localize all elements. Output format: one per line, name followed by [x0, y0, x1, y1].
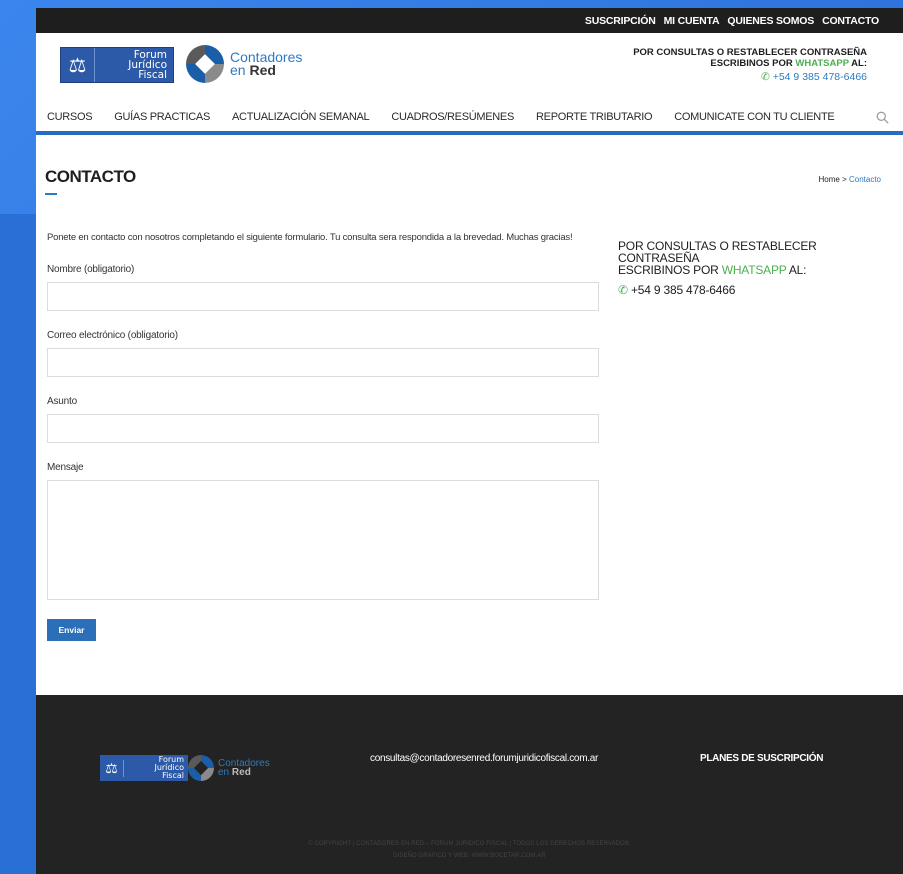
header-phone-number: +54 9 385 478-6466 — [772, 71, 867, 83]
forum-juridico-fiscal-logo[interactable]: ⚖ Forum Jurídico Fiscal — [60, 47, 174, 83]
scale-icon: ⚖ — [61, 48, 95, 82]
search-icon[interactable] — [876, 111, 889, 124]
topbar-link-contacto[interactable]: CONTACTO — [822, 15, 879, 27]
title-row: CONTACTO Home > Contacto — [36, 135, 903, 197]
footer-forum-logo-line3: Fiscal — [162, 771, 184, 780]
intro-text: Ponete en contacto con nosotros completa… — [47, 232, 573, 243]
nav-item-reporte-tributario[interactable]: REPORTE TRIBUTARIO — [536, 111, 653, 123]
subject-input[interactable] — [47, 414, 599, 443]
message-label: Mensaje — [47, 462, 84, 473]
whatsapp-icon: ✆ — [618, 283, 628, 297]
copyright-text: © COPYRIGHT | CONTADORES EN RED – FORUM … — [36, 838, 903, 862]
nav-item-actualizacion-semanal[interactable]: ACTUALIZACIÓN SEMANAL — [232, 111, 370, 123]
contadores-logo-mark-icon — [186, 45, 224, 83]
contadores-logo-line2: en Red — [230, 62, 302, 78]
sidebar-phone-number: +54 9 385 478-6466 — [631, 283, 736, 297]
sidebar-contact-line1: POR CONSULTAS O RESTABLECER CONTRASEÑA — [618, 239, 817, 265]
contadores-en-red-logo[interactable]: Contadores en Red — [186, 45, 302, 83]
top-bar: SUSCRIPCIÓN MI CUENTA QUIENES SOMOS CONT… — [36, 8, 903, 33]
footer-plans-link[interactable]: PLANES DE SUSCRIPCIÓN — [700, 753, 823, 764]
nav-item-comunicate-con-tu-cliente[interactable]: COMUNICATE CON TU CLIENTE — [674, 111, 834, 123]
header-phone-link[interactable]: ✆ +54 9 385 478-6466 — [633, 72, 867, 83]
forum-logo-text: Forum Jurídico Fiscal — [95, 50, 173, 81]
page-container: SUSCRIPCIÓN MI CUENTA QUIENES SOMOS CONT… — [36, 8, 903, 874]
forum-logo-line3: Fiscal — [138, 69, 167, 81]
breadcrumb-current: Contacto — [848, 175, 881, 184]
nav-item-cursos[interactable]: CURSOS — [47, 111, 93, 123]
header-contact-line2: ESCRIBINOS POR WHATSAPP AL: — [633, 58, 867, 69]
contact-form: Nombre (obligatorio) Correo electrónico … — [47, 264, 599, 641]
sidebar-whatsapp-word: WHATSAPP — [721, 263, 787, 277]
sidebar-contact-line2: ESCRIBINOS POR WHATSAPP AL: — [618, 264, 888, 276]
nav-item-cuadros-resumenes[interactable]: CUADROS/RESÚMENES — [391, 111, 514, 123]
email-input[interactable] — [47, 348, 599, 377]
sidebar-phone-link[interactable]: ✆ +54 9 385 478-6466 — [618, 284, 888, 296]
footer-forum-logo[interactable]: ⚖ Forum Jurídico Fiscal — [100, 755, 188, 781]
footer-contadores-en: en — [218, 767, 232, 778]
breadcrumb-home-link[interactable]: Home — [819, 175, 840, 184]
copyright-line1: © COPYRIGHT | CONTADORES EN RED – FORUM … — [308, 841, 631, 847]
main-nav: CURSOS GUÍAS PRACTICAS ACTUALIZACIÓN SEM… — [36, 103, 903, 135]
topbar-link-suscripcion[interactable]: SUSCRIPCIÓN — [585, 15, 656, 27]
header-contact-line1: POR CONSULTAS O RESTABLECER CONTRASEÑA — [633, 47, 867, 58]
header-contact-suffix: AL: — [848, 58, 867, 69]
topbar-link-quienes-somos[interactable]: QUIENES SOMOS — [727, 15, 814, 27]
name-input[interactable] — [47, 282, 599, 311]
header-whatsapp-word: WHATSAPP — [795, 58, 849, 69]
topbar-link-mi-cuenta[interactable]: MI CUENTA — [664, 15, 720, 27]
nav-item-guias-practicas[interactable]: GUÍAS PRACTICAS — [114, 111, 210, 123]
footer-contadores-mark-icon — [188, 755, 214, 781]
breadcrumb-separator: > — [839, 175, 849, 184]
whatsapp-icon: ✆ — [760, 71, 770, 83]
site-footer: ⚖ Forum Jurídico Fiscal Contadores en Re… — [36, 695, 903, 874]
page-title: CONTACTO — [45, 167, 136, 186]
sidebar-contact-suffix: AL: — [786, 263, 807, 277]
sidebar-contact-prefix: ESCRIBINOS POR — [618, 263, 722, 277]
footer-forum-logo-text: Forum Jurídico Fiscal — [124, 756, 188, 780]
contadores-logo-text: Contadores en Red — [230, 50, 302, 78]
footer-contadores-logo[interactable]: Contadores en Red — [188, 755, 270, 781]
submit-button[interactable]: Enviar — [47, 619, 96, 641]
footer-contadores-logo-text: Contadores en Red — [218, 759, 270, 778]
subject-label: Asunto — [47, 396, 77, 407]
footer-email-link[interactable]: consultas@contadoresenred.forumjuridicof… — [370, 753, 598, 764]
message-textarea[interactable] — [47, 480, 599, 600]
email-label: Correo electrónico (obligatorio) — [47, 330, 178, 341]
contadores-logo-en: en — [230, 62, 250, 78]
title-underline — [45, 193, 57, 195]
header-contact-info: POR CONSULTAS O RESTABLECER CONTRASEÑA E… — [633, 47, 867, 83]
header-contact-prefix: ESCRIBINOS POR — [710, 58, 796, 69]
footer-scale-icon: ⚖ — [100, 759, 124, 777]
name-label: Nombre (obligatorio) — [47, 264, 135, 275]
site-header: ⚖ Forum Jurídico Fiscal Contadores en Re… — [36, 33, 903, 103]
copyright-line2: DISEÑO GRÁFICO Y WEB: WWW.BOCETAR.COM.AR — [393, 853, 546, 859]
footer-contadores-line2: en Red — [218, 767, 270, 778]
breadcrumb: Home > Contacto — [819, 175, 882, 184]
footer-contadores-red: Red — [231, 767, 251, 778]
sidebar-contact-info: POR CONSULTAS O RESTABLECER CONTRASEÑA E… — [618, 240, 888, 296]
contadores-logo-red: Red — [249, 62, 276, 78]
